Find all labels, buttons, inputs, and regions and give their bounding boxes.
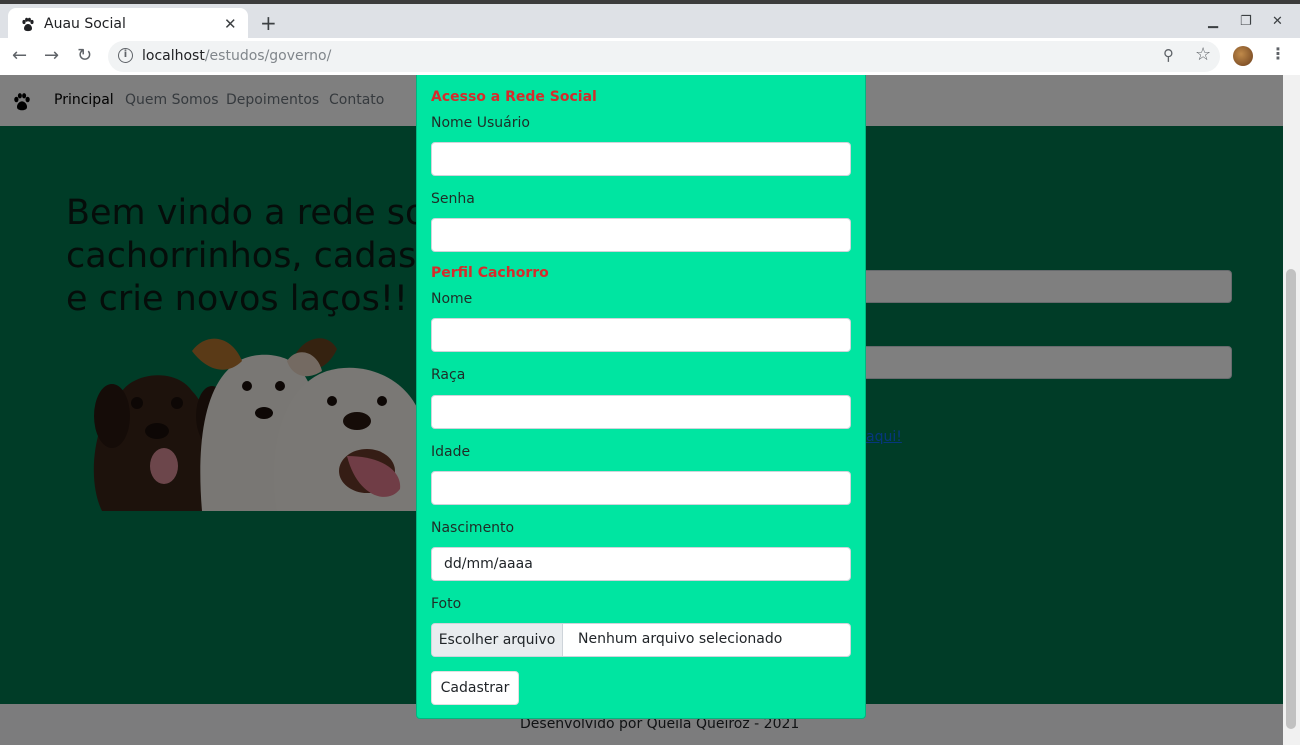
label-password: Senha bbox=[431, 191, 475, 207]
username-input[interactable] bbox=[431, 142, 851, 176]
label-birth: Nascimento bbox=[431, 520, 515, 536]
register-modal: Acesso a Rede Social Nome Usuário Senha … bbox=[416, 75, 866, 719]
url-host: localhost bbox=[142, 48, 205, 64]
password-input[interactable] bbox=[431, 218, 851, 252]
forward-icon[interactable]: → bbox=[44, 45, 59, 66]
birth-date-input[interactable]: dd/mm/aaaa bbox=[431, 547, 851, 581]
address-bar[interactable]: i localhost/estudos/governo/ ⚲ ☆ bbox=[108, 41, 1220, 72]
minimize-icon[interactable]: ▁ bbox=[1208, 14, 1218, 29]
info-icon[interactable]: i bbox=[118, 48, 133, 63]
browser-toolbar: ← → ↻ i localhost/estudos/governo/ ⚲ ☆ bbox=[0, 38, 1300, 75]
label-username: Nome Usuário bbox=[431, 115, 530, 131]
tab-title: Auau Social bbox=[44, 16, 126, 32]
page-scrollbar[interactable] bbox=[1283, 75, 1300, 745]
restore-icon[interactable]: ❐ bbox=[1240, 14, 1252, 29]
url-path: /estudos/governo/ bbox=[204, 48, 332, 64]
page-viewport: Principal Quem Somos Depoimentos Contato… bbox=[0, 75, 1283, 745]
breed-input[interactable] bbox=[431, 395, 851, 429]
tab-close-icon[interactable]: ✕ bbox=[224, 15, 237, 33]
photo-file-input[interactable]: Escolher arquivo Nenhum arquivo selecion… bbox=[431, 623, 851, 657]
browser-tab[interactable]: Auau Social ✕ bbox=[8, 8, 248, 42]
browser-menu-icon[interactable]: ⋮ bbox=[1270, 44, 1286, 63]
age-input[interactable] bbox=[431, 471, 851, 505]
back-icon[interactable]: ← bbox=[12, 45, 27, 66]
label-age: Idade bbox=[431, 444, 471, 460]
scrollbar-thumb[interactable] bbox=[1286, 269, 1296, 729]
zoom-icon[interactable]: ⚲ bbox=[1163, 46, 1174, 64]
name-input[interactable] bbox=[431, 318, 851, 352]
label-name: Nome bbox=[431, 291, 473, 307]
submit-button[interactable]: Cadastrar bbox=[431, 671, 519, 705]
profile-avatar[interactable] bbox=[1233, 46, 1253, 66]
browser-tab-bar: Auau Social ✕ + ▁ ❐ ✕ bbox=[0, 0, 1300, 42]
url-text: localhost/estudos/governo/ bbox=[142, 48, 331, 64]
window-close-icon[interactable]: ✕ bbox=[1272, 14, 1283, 29]
birth-date-placeholder: dd/mm/aaaa bbox=[444, 556, 533, 572]
label-breed: Raça bbox=[431, 367, 466, 383]
file-status-text: Nenhum arquivo selecionado bbox=[578, 631, 783, 647]
reload-icon[interactable]: ↻ bbox=[77, 45, 92, 66]
section-title-access: Acesso a Rede Social bbox=[431, 89, 597, 105]
paw-icon bbox=[22, 17, 34, 32]
choose-file-button[interactable]: Escolher arquivo bbox=[432, 624, 563, 656]
new-tab-button[interactable]: + bbox=[260, 11, 277, 35]
section-title-profile: Perfil Cachorro bbox=[431, 265, 549, 281]
bookmark-star-icon[interactable]: ☆ bbox=[1195, 44, 1211, 65]
label-photo: Foto bbox=[431, 596, 462, 612]
